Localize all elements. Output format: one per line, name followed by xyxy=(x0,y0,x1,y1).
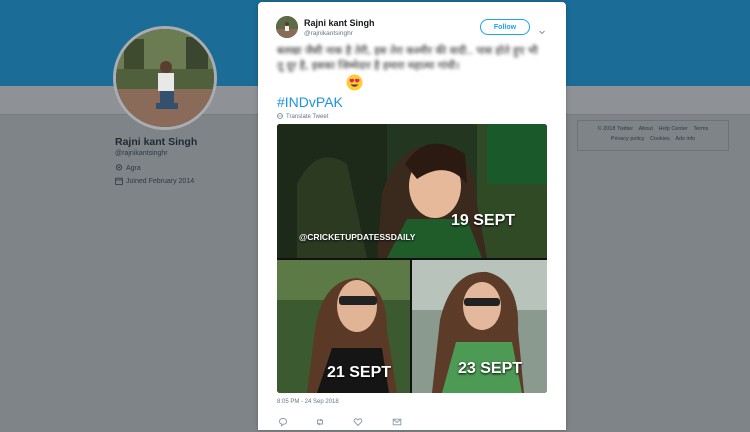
heart-icon[interactable] xyxy=(353,414,363,427)
direct-message-icon[interactable] xyxy=(392,414,402,426)
location-pin-icon xyxy=(115,164,123,172)
profile-joined-text: Joined February 2014 xyxy=(126,177,195,185)
tweet-author-avatar[interactable] xyxy=(276,16,298,38)
tweet-actions-bar xyxy=(277,414,427,427)
date-label-19-sept: 19 SEPT xyxy=(451,212,516,229)
tweet-author-handle[interactable]: @rajnikantsinghr xyxy=(304,30,353,37)
follow-button[interactable]: Follow xyxy=(480,19,530,35)
tweet-timestamp[interactable]: 8:05 PM - 24 Sep 2018 xyxy=(277,399,339,405)
profile-joined: Joined February 2014 xyxy=(115,177,194,185)
translate-tweet-label: Translate Tweet xyxy=(286,114,329,120)
calendar-icon xyxy=(115,177,123,185)
date-label-21-sept: 21 SEPT xyxy=(327,364,392,381)
tweet-modal: Rajni kant Singh @rajnikantsinghr Follow… xyxy=(258,2,566,430)
footer-link-cookies[interactable]: Cookies xyxy=(650,136,670,142)
date-label-23-sept: 23 SEPT xyxy=(458,360,523,377)
profile-location-text: Agra xyxy=(126,164,141,172)
watermark-text: @CRICKETUPDATESSDAILY xyxy=(299,232,416,242)
profile-location: Agra xyxy=(115,164,141,172)
footer-link-privacy[interactable]: Privacy policy xyxy=(611,136,645,142)
site-footer: © 2018 Twitter About Help Center Terms P… xyxy=(577,120,729,151)
chevron-down-icon[interactable] xyxy=(538,23,546,35)
retweet-icon[interactable] xyxy=(315,414,325,426)
heart-eyes-emoji-icon xyxy=(346,74,363,91)
footer-link-about[interactable]: About xyxy=(639,126,653,132)
tweet-text: बलखा जैसी नाक है तेरी, इस तेरा कश्मीर की… xyxy=(277,45,538,72)
footer-copyright: © 2018 Twitter xyxy=(597,126,634,132)
meme-panel-23-sept: 23 SEPT xyxy=(412,260,547,393)
reply-icon[interactable] xyxy=(278,414,288,427)
profile-handle: @rajnikantsinghr xyxy=(115,150,168,157)
tweet-author-name[interactable]: Rajni kant Singh xyxy=(304,18,375,28)
tweet-media-image[interactable]: @CRICKETUPDATESSDAILY 19 SEPT 21 SEPT 23… xyxy=(277,124,547,393)
globe-icon xyxy=(277,113,283,121)
footer-link-ads[interactable]: Ads info xyxy=(675,136,695,142)
meme-panel-21-sept: 21 SEPT xyxy=(277,260,410,393)
meme-panel-19-sept: @CRICKETUPDATESSDAILY 19 SEPT xyxy=(277,124,547,258)
tweet-hashtag-link[interactable]: #INDvPAK xyxy=(277,94,343,110)
footer-link-help[interactable]: Help Center xyxy=(659,126,688,132)
footer-link-terms[interactable]: Terms xyxy=(693,126,708,132)
profile-name[interactable]: Rajni kant Singh xyxy=(115,136,197,148)
profile-avatar[interactable] xyxy=(113,26,217,130)
translate-tweet-link[interactable]: Translate Tweet xyxy=(277,113,328,121)
